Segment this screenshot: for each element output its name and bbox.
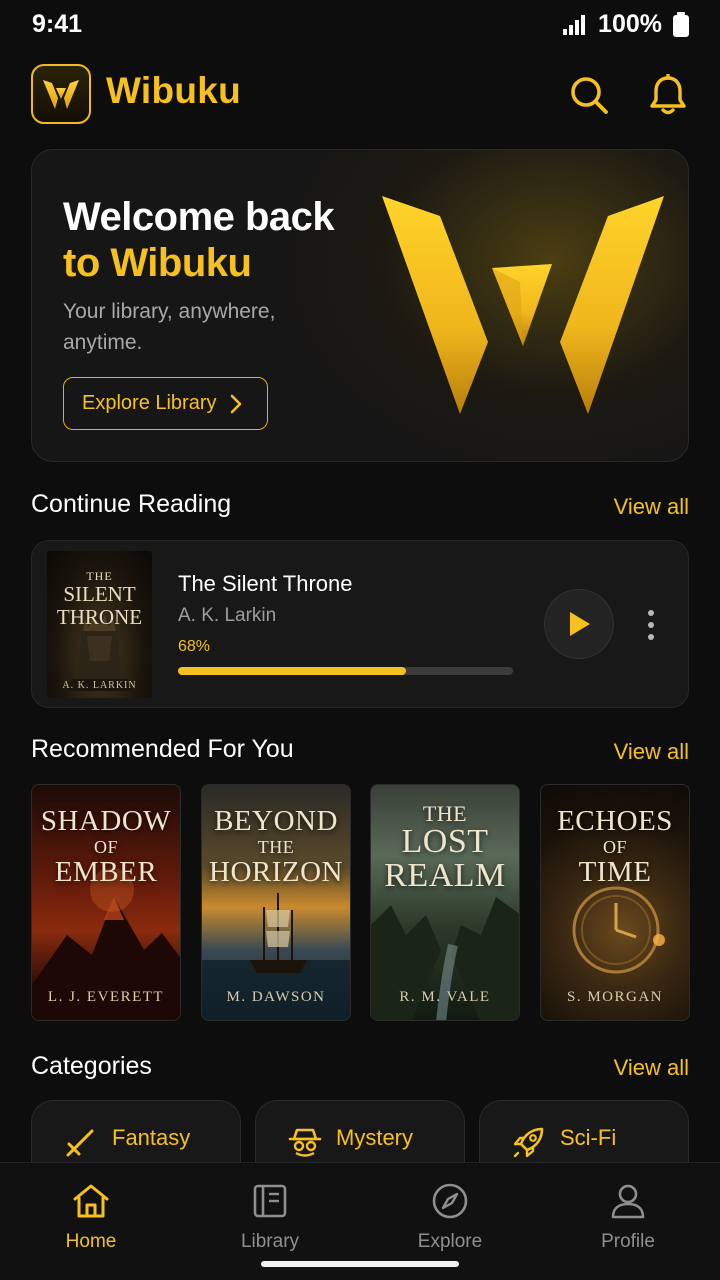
nav-label: Profile bbox=[601, 1231, 655, 1252]
nav-home[interactable]: Home bbox=[31, 1181, 151, 1253]
signal-icon bbox=[563, 14, 586, 35]
book-title-top: SHADOW bbox=[40, 805, 172, 837]
book-title: The Silent Throne bbox=[178, 571, 353, 596]
app-logo[interactable] bbox=[31, 64, 91, 124]
book-title-mid: LOST bbox=[401, 823, 489, 860]
rocket-icon bbox=[513, 1127, 544, 1158]
categories-view-all[interactable]: View all bbox=[614, 1055, 689, 1081]
app-header: Wibuku bbox=[0, 62, 720, 128]
book-title-bottom: EMBER bbox=[54, 856, 158, 888]
book-title-bottom: REALM bbox=[384, 857, 506, 894]
category-label: Mystery bbox=[336, 1125, 413, 1150]
nav-label: Home bbox=[65, 1231, 117, 1252]
book-title-top: BEYOND bbox=[214, 805, 338, 837]
wibuku-emblem-icon bbox=[382, 196, 664, 414]
notifications-button[interactable] bbox=[643, 70, 693, 120]
book-title-bottom: TIME bbox=[578, 856, 652, 888]
cover-author: A. K. LARKIN bbox=[62, 680, 137, 691]
profile-icon bbox=[611, 1184, 645, 1219]
brand-name: Wibuku bbox=[106, 70, 242, 111]
categories-title: Categories bbox=[31, 1052, 152, 1080]
progress-percent: 68% bbox=[178, 638, 211, 655]
welcome-subtitle: Your library, anywhere, anytime. bbox=[63, 300, 276, 354]
book-title-mid: OF bbox=[602, 837, 627, 857]
nav-profile[interactable]: Profile bbox=[568, 1181, 688, 1253]
library-icon bbox=[253, 1184, 287, 1218]
category-label: Fantasy bbox=[112, 1125, 191, 1150]
book-title-mid: OF bbox=[93, 837, 118, 857]
welcome-title-line1: Welcome back bbox=[63, 195, 335, 239]
recommended-list: SHADOW OF EMBER L. J. EVERETT BEYOND THE… bbox=[31, 784, 691, 1022]
nav-library[interactable]: Library bbox=[210, 1181, 330, 1253]
book-author: R. M. VALE bbox=[399, 989, 491, 1005]
recommended-title: Recommended For You bbox=[31, 735, 294, 763]
status-time: 9:41 bbox=[32, 10, 83, 38]
continue-reading-title: Continue Reading bbox=[31, 490, 232, 518]
book-card[interactable]: ECHOES OF TIME S. MORGAN bbox=[540, 784, 690, 1021]
explore-library-label: Explore Library bbox=[82, 392, 217, 414]
status-bar: 9:41 100% bbox=[0, 0, 720, 52]
welcome-title-line2: to Wibuku bbox=[63, 241, 252, 285]
search-button[interactable] bbox=[564, 70, 614, 120]
explore-library-button[interactable]: Explore Library bbox=[63, 377, 268, 430]
chevron-right-icon bbox=[230, 394, 241, 413]
bell-icon bbox=[650, 74, 686, 115]
category-label: Sci-Fi bbox=[560, 1125, 617, 1150]
book-title-top: THE bbox=[422, 801, 468, 826]
play-button[interactable] bbox=[544, 589, 614, 659]
compass-icon bbox=[432, 1183, 468, 1219]
dot-icon bbox=[648, 622, 654, 628]
book-author: S. MORGAN bbox=[566, 989, 663, 1005]
sword-icon bbox=[66, 1129, 94, 1157]
continue-reading-card[interactable]: THE SILENT THRONE A. K. LARKIN The Silen… bbox=[31, 540, 689, 708]
book-author: L. J. EVERETT bbox=[47, 989, 165, 1005]
book-author: M. DAWSON bbox=[226, 989, 326, 1005]
book-title-top: ECHOES bbox=[557, 805, 673, 837]
home-icon bbox=[73, 1184, 109, 1218]
book-title-mid: THE bbox=[257, 837, 295, 857]
detective-icon bbox=[288, 1128, 322, 1157]
battery-icon bbox=[673, 11, 689, 37]
welcome-title: Welcome back to Wibuku bbox=[63, 194, 335, 286]
book-author: A. K. Larkin bbox=[178, 605, 277, 626]
status-right: 100% bbox=[562, 10, 690, 39]
nav-explore[interactable]: Explore bbox=[390, 1181, 510, 1253]
search-icon bbox=[571, 77, 608, 114]
play-icon bbox=[570, 612, 590, 636]
nav-label: Explore bbox=[417, 1231, 483, 1252]
book-card[interactable]: THE LOST REALM R. M. VALE bbox=[370, 784, 520, 1021]
recommended-view-all[interactable]: View all bbox=[614, 739, 689, 765]
wibuku-logo-icon bbox=[43, 80, 79, 109]
progress-fill bbox=[178, 667, 406, 675]
nav-label: Library bbox=[240, 1231, 300, 1252]
progress-bar bbox=[178, 667, 513, 675]
dot-icon bbox=[648, 634, 654, 640]
book-card[interactable]: BEYOND THE HORIZON M. DAWSON bbox=[201, 784, 351, 1021]
book-cover[interactable]: THE SILENT THRONE A. K. LARKIN bbox=[47, 551, 152, 698]
battery-percent: 100% bbox=[598, 10, 662, 38]
book-title-bottom: HORIZON bbox=[209, 856, 343, 888]
book-card[interactable]: SHADOW OF EMBER L. J. EVERETT bbox=[31, 784, 181, 1021]
continue-reading-view-all[interactable]: View all bbox=[614, 494, 689, 520]
welcome-banner: Welcome back to Wibuku Your library, any… bbox=[31, 149, 689, 462]
cover-title: SILENT THRONE bbox=[56, 582, 143, 629]
home-indicator[interactable] bbox=[261, 1261, 459, 1267]
dot-icon bbox=[648, 610, 654, 616]
more-options-button[interactable] bbox=[638, 605, 664, 645]
